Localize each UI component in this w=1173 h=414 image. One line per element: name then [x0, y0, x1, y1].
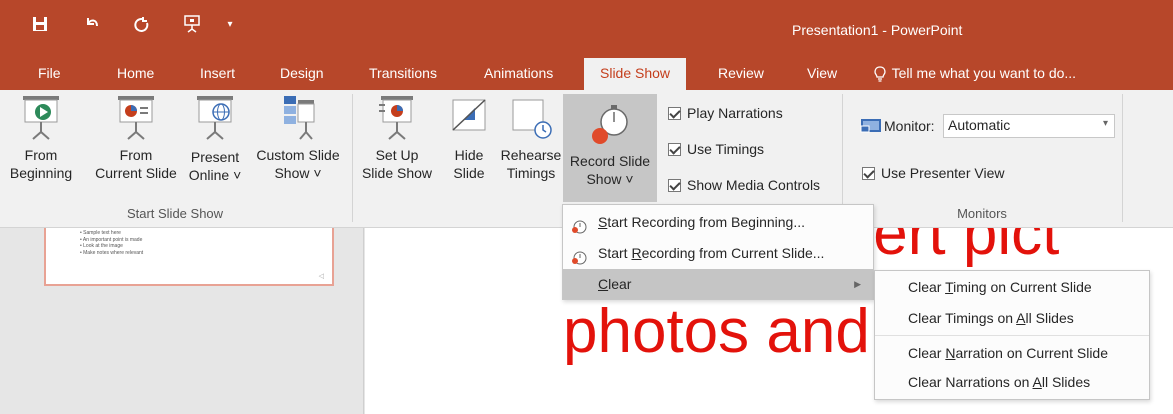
show-media-controls-label: Show Media Controls	[687, 177, 821, 193]
tab-review[interactable]: Review	[718, 58, 764, 90]
custom-show-label-2: Show ˅	[274, 165, 322, 181]
use-presenter-view-checkbox[interactable]: Use Presenter View	[862, 165, 1004, 181]
redo-icon[interactable]	[130, 12, 154, 36]
submenu-clear-narrations-all[interactable]: Clear Narrations on All Slides	[908, 372, 1090, 392]
hide-label-1: Hide	[454, 147, 484, 163]
tab-file[interactable]: File	[38, 58, 61, 90]
save-icon[interactable]	[28, 12, 52, 36]
menu-separator	[875, 335, 1149, 336]
tab-animations[interactable]: Animations	[484, 58, 553, 90]
set-up-label-2: Slide Show	[361, 165, 433, 181]
menu-item-start-recording-current[interactable]: Start Recording from Current Slide...	[563, 238, 873, 268]
use-timings-checkbox[interactable]: Use Timings	[668, 141, 764, 157]
monitor-label: Monitor:	[884, 118, 935, 134]
record-label-1: Record Slide	[569, 153, 651, 169]
group-separator	[352, 94, 353, 222]
tell-me-label: Tell me what you want to do...	[891, 65, 1077, 81]
play-narrations-checkbox[interactable]: Play Narrations	[668, 105, 783, 121]
custom-slide-show-button[interactable]: Custom Slide Show ˅	[250, 94, 346, 182]
current-slide-icon	[118, 96, 154, 140]
customize-toolbar-icon[interactable]: ▾	[222, 12, 238, 36]
tab-slide-show[interactable]: Slide Show	[584, 58, 687, 90]
tab-insert[interactable]: Insert	[200, 58, 235, 90]
monitor-icon	[860, 118, 882, 139]
menu-item-label: Start Recording from Beginning...	[598, 214, 805, 230]
menu-item-clear[interactable]: Clear ▶	[563, 269, 873, 299]
submenu-clear-timings-all[interactable]: Clear Timings on All Slides	[908, 308, 1074, 328]
use-presenter-view-label: Use Presenter View	[881, 165, 1005, 181]
record-stopwatch-icon	[592, 105, 628, 144]
clear-submenu: Clear Timing on Current Slide Clear Timi…	[874, 270, 1150, 400]
from-current-label-2: Current Slide	[95, 165, 177, 181]
from-beginning-label-2: Beginning	[9, 165, 73, 181]
checkmark-icon	[668, 142, 681, 156]
tell-me-search[interactable]: Tell me what you want to do...	[874, 58, 1076, 90]
chevron-down-icon: ▾	[1102, 118, 1108, 129]
play-slideshow-icon	[23, 96, 59, 140]
thumbnail-bullet: Make notes where relevant	[80, 250, 332, 257]
from-beginning-button[interactable]: From Beginning	[2, 94, 80, 182]
from-current-slide-button[interactable]: From Current Slide	[90, 94, 182, 182]
record-label-2: Show ˅	[586, 171, 634, 187]
monitor-select-value: Automatic	[948, 117, 1011, 133]
hide-slide-button[interactable]: Hide Slide	[442, 94, 496, 182]
thumbnail-bullets: Sample text here An important point is m…	[46, 228, 332, 256]
hide-slide-icon	[452, 99, 486, 131]
title-bar: ▾ Presentation1 - PowerPoint	[0, 0, 1173, 58]
rehearse-label-1: Rehearse	[500, 147, 562, 163]
present-online-button[interactable]: Present Online ˅	[184, 94, 246, 184]
tab-design[interactable]: Design	[280, 58, 324, 90]
submenu-clear-narration-current[interactable]: Clear Narration on Current Slide	[908, 343, 1108, 363]
set-up-slide-show-button[interactable]: Set Up Slide Show	[356, 94, 438, 182]
rehearse-timings-button[interactable]: Rehearse Timings	[498, 94, 564, 182]
custom-slides-icon	[284, 96, 315, 140]
tab-home[interactable]: Home	[117, 58, 154, 90]
present-online-label-2: Online ˅	[188, 167, 242, 183]
checkmark-icon	[668, 178, 681, 192]
group-separator	[1122, 94, 1123, 222]
rehearse-label-2: Timings	[506, 165, 556, 181]
record-slide-show-menu: Start Recording from Beginning... Start …	[562, 204, 874, 300]
setup-slideshow-icon	[379, 96, 413, 140]
group-separator	[842, 94, 843, 222]
undo-icon[interactable]	[80, 12, 104, 36]
present-online-label-1: Present	[190, 149, 240, 165]
from-current-label-1: From	[119, 147, 153, 163]
custom-show-label-1: Custom Slide	[256, 147, 340, 163]
tab-view[interactable]: View	[807, 58, 837, 90]
monitors-group-label: Monitors	[957, 206, 1007, 221]
menu-item-label: Clear	[598, 276, 632, 292]
from-beginning-label-1: From	[24, 147, 58, 163]
show-media-controls-checkbox[interactable]: Show Media Controls	[668, 177, 820, 193]
menu-item-label: Start Recording from Current Slide...	[598, 245, 825, 261]
speaker-icon: ◁	[318, 273, 324, 280]
globe-presentation-icon	[197, 96, 233, 140]
play-narrations-label: Play Narrations	[687, 105, 783, 121]
slide-thumbnail[interactable]: Sample text here An important point is m…	[44, 228, 334, 286]
hide-label-2: Slide	[453, 165, 485, 181]
record-slide-show-button[interactable]: Record Slide Show ˅	[563, 94, 657, 202]
monitor-select[interactable]: Automatic ▾	[943, 114, 1115, 138]
app-title: Presentation1 - PowerPoint	[792, 22, 963, 38]
use-timings-label: Use Timings	[687, 141, 765, 157]
set-up-label-1: Set Up	[375, 147, 419, 163]
present-from-beginning-icon[interactable]	[180, 12, 204, 36]
checkmark-icon	[668, 106, 681, 120]
start-slide-show-group-label: Start Slide Show	[126, 206, 224, 221]
lightbulb-icon	[874, 58, 888, 88]
rehearse-timings-icon	[512, 99, 552, 139]
submenu-clear-timing-current[interactable]: Clear Timing on Current Slide	[908, 277, 1092, 297]
checkmark-icon	[862, 166, 875, 180]
tab-transitions[interactable]: Transitions	[369, 58, 437, 90]
menu-item-start-recording-beginning[interactable]: Start Recording from Beginning...	[563, 207, 873, 237]
chevron-right-icon: ▶	[854, 279, 861, 289]
